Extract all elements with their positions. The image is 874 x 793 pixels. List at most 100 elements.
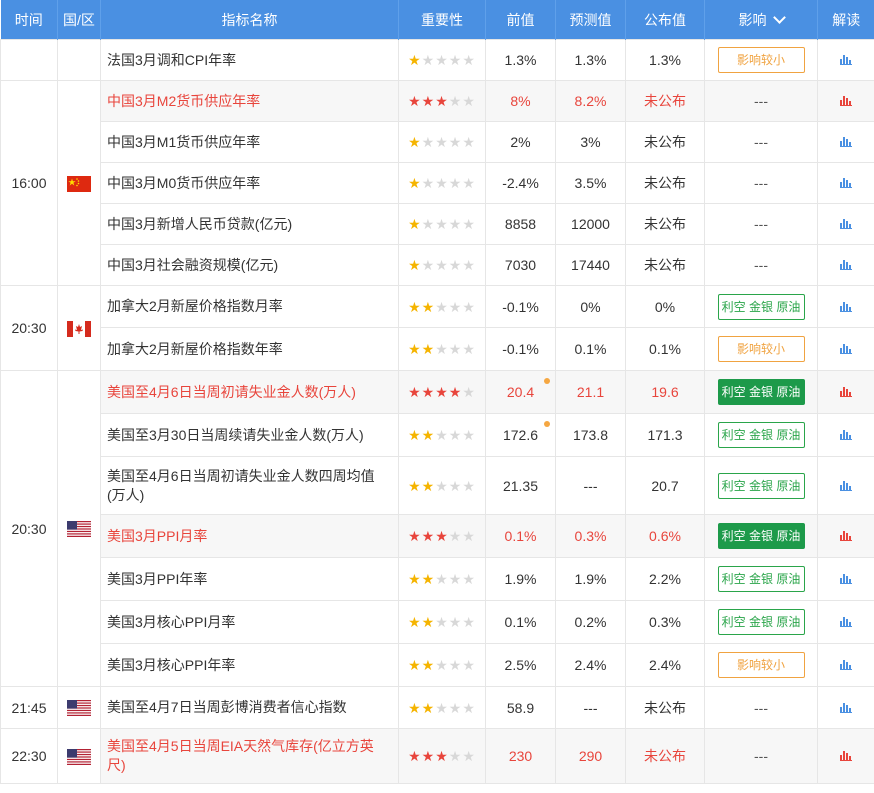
interpret-cell[interactable] bbox=[817, 327, 874, 371]
indicator-name[interactable]: 中国3月新增人民币贷款(亿元) bbox=[100, 203, 399, 245]
bar-chart-icon[interactable] bbox=[840, 134, 852, 150]
region-cell bbox=[57, 285, 101, 371]
interpret-cell[interactable] bbox=[817, 203, 874, 245]
interpret-cell[interactable] bbox=[817, 162, 874, 204]
star-icon: ★ bbox=[421, 528, 436, 544]
star-icon: ★ bbox=[435, 134, 449, 150]
bar-chart-icon[interactable] bbox=[840, 748, 852, 764]
star-icon: ★ bbox=[435, 657, 449, 673]
bar-chart-icon[interactable] bbox=[840, 427, 852, 443]
bar-chart-icon[interactable] bbox=[840, 657, 852, 673]
impact-badge[interactable]: 利空 金银 原油 bbox=[717, 422, 805, 448]
table-row[interactable]: 美国至4月6日当周初请失业金人数四周均值(万人) ★★★★★ 21.35 --- 20.… bbox=[1, 456, 874, 515]
col-actual: 公布值 bbox=[625, 0, 705, 40]
star-icon: ★ bbox=[448, 699, 463, 716]
bar-chart-icon[interactable] bbox=[840, 528, 852, 544]
table-row[interactable]: 20:30 加拿大2月新屋价格指数月率 ★★★★★ -0.1% 0% 0% 利空 金银 原油 bbox=[0, 285, 874, 371]
table-row[interactable]: 20:30 美国至4月6日当周初请失业金人数(万人) ★★★★★ 20.4 21.1 19… bbox=[0, 370, 874, 687]
table-row[interactable]: 美国3月PPI月率 ★★★★★ 0.1% 0.3% 0.6% 利空 金银 原油 bbox=[1, 514, 874, 558]
indicator-name[interactable]: 美国3月PPI年率 bbox=[100, 557, 399, 601]
table-row[interactable]: 法国3月调和CPI年率 ★★★★★ 1.3% 1.3% 1.3% 影响较小 bbox=[0, 39, 874, 81]
impact-badge[interactable]: 利空 金银 原油 bbox=[717, 566, 805, 592]
bar-chart-icon[interactable] bbox=[840, 571, 852, 587]
impact-badge[interactable]: 利空 金银 原油 bbox=[717, 379, 805, 405]
previous-text: 0.1% bbox=[504, 614, 537, 630]
time-cell: 16:00 bbox=[0, 80, 58, 286]
forecast-value: 3.5% bbox=[555, 162, 626, 204]
indicator-name[interactable]: 美国3月核心PPI年率 bbox=[100, 643, 399, 687]
interpret-cell[interactable] bbox=[817, 557, 874, 601]
bar-chart-icon[interactable] bbox=[840, 257, 852, 273]
table-row[interactable]: 美国3月核心PPI月率 ★★★★★ 0.1% 0.2% 0.3% 利空 金银 原油 bbox=[1, 600, 874, 644]
previous-text: 1.3% bbox=[504, 52, 537, 68]
impact-cell: --- bbox=[704, 203, 818, 245]
interpret-cell[interactable] bbox=[817, 686, 874, 729]
bar-chart-icon[interactable] bbox=[840, 52, 852, 68]
table-row[interactable]: 美国至3月30日当周续请失业金人数(万人) ★★★★★ 172.6 173.8 171.… bbox=[1, 413, 874, 457]
indicator-name[interactable]: 美国至4月6日当周初请失业金人数四周均值(万人) bbox=[100, 456, 399, 515]
star-icon: ★ bbox=[421, 134, 436, 150]
interpret-cell[interactable] bbox=[817, 413, 874, 457]
indicator-name[interactable]: 美国3月PPI月率 bbox=[100, 514, 399, 558]
bar-chart-icon[interactable] bbox=[840, 93, 852, 109]
indicator-name[interactable]: 美国至4月5日当周EIA天然气库存(亿立方英尺) bbox=[100, 728, 399, 784]
table-row[interactable]: 21:45 美国至4月7日当周彭博消费者信心指数 ★★★★★ 58.9 --- 未公布 --… bbox=[0, 686, 874, 729]
table-row[interactable]: 16:00 中国3月M2货币供应年率 ★★★★★ 8% 8.2% 未公布 --- bbox=[0, 80, 874, 286]
bar-chart-icon[interactable] bbox=[840, 341, 852, 357]
interpret-cell[interactable] bbox=[817, 728, 874, 784]
table-row[interactable]: 中国3月M0货币供应年率 ★★★★★ -2.4% 3.5% 未公布 --- bbox=[1, 162, 874, 204]
time-cell: 21:45 bbox=[0, 686, 58, 729]
star-icon: ★ bbox=[448, 93, 463, 109]
interpret-cell[interactable] bbox=[817, 244, 874, 286]
bar-chart-icon[interactable] bbox=[840, 175, 852, 191]
interpret-cell[interactable] bbox=[817, 370, 874, 414]
col-impact-filter[interactable]: 影响 bbox=[704, 0, 818, 40]
chevron-down-icon[interactable] bbox=[772, 10, 786, 24]
table-row[interactable]: 加拿大2月新屋价格指数年率 ★★★★★ -0.1% 0.1% 0.1% 影响较小 bbox=[1, 327, 874, 371]
star-icon: ★ bbox=[435, 571, 449, 587]
impact-none: --- bbox=[754, 216, 768, 232]
indicator-name[interactable]: 加拿大2月新屋价格指数年率 bbox=[100, 327, 399, 371]
interpret-cell[interactable] bbox=[817, 600, 874, 644]
interpret-cell[interactable] bbox=[817, 80, 874, 122]
impact-badge[interactable]: 影响较小 bbox=[717, 47, 805, 73]
table-row[interactable]: 中国3月社会融资规模(亿元) ★★★★★ 7030 17440 未公布 --- bbox=[1, 244, 874, 286]
star-icon: ★ bbox=[421, 614, 436, 630]
indicator-name[interactable]: 中国3月M0货币供应年率 bbox=[100, 162, 399, 204]
interpret-cell[interactable] bbox=[817, 39, 874, 81]
table-row[interactable]: 中国3月M1货币供应年率 ★★★★★ 2% 3% 未公布 --- bbox=[1, 121, 874, 163]
interpret-cell[interactable] bbox=[817, 285, 874, 328]
indicator-name[interactable]: 中国3月M1货币供应年率 bbox=[100, 121, 399, 163]
indicator-name[interactable]: 法国3月调和CPI年率 bbox=[100, 39, 399, 81]
bar-chart-icon[interactable] bbox=[840, 384, 852, 400]
indicator-name[interactable]: 加拿大2月新屋价格指数月率 bbox=[100, 285, 399, 328]
star-icon: ★ bbox=[435, 216, 449, 232]
impact-badge[interactable]: 利空 金银 原油 bbox=[717, 472, 805, 499]
interpret-cell[interactable] bbox=[817, 514, 874, 558]
impact-badge[interactable]: 利空 金银 原油 bbox=[717, 523, 805, 549]
impact-cell: 影响较小 bbox=[704, 327, 818, 371]
indicator-name[interactable]: 美国至4月7日当周彭博消费者信心指数 bbox=[100, 686, 399, 729]
interpret-cell[interactable] bbox=[817, 456, 874, 515]
table-row[interactable]: 22:30 美国至4月5日当周EIA天然气库存(亿立方英尺) ★★★★★ 230 290… bbox=[0, 728, 874, 784]
star-icon: ★ bbox=[421, 699, 436, 716]
impact-badge[interactable]: 影响较小 bbox=[717, 652, 805, 678]
bar-chart-icon[interactable] bbox=[840, 216, 852, 232]
table-row[interactable]: 美国3月核心PPI年率 ★★★★★ 2.5% 2.4% 2.4% 影响较小 bbox=[1, 643, 874, 687]
bar-chart-icon[interactable] bbox=[840, 478, 852, 494]
indicator-name[interactable]: 美国至4月6日当周初请失业金人数(万人) bbox=[100, 370, 399, 414]
bar-chart-icon[interactable] bbox=[840, 299, 852, 315]
table-row[interactable]: 中国3月新增人民币贷款(亿元) ★★★★★ 8858 12000 未公布 --- bbox=[1, 203, 874, 245]
indicator-name[interactable]: 中国3月M2货币供应年率 bbox=[100, 80, 399, 122]
indicator-name[interactable]: 中国3月社会融资规模(亿元) bbox=[100, 244, 399, 286]
bar-chart-icon[interactable] bbox=[840, 700, 852, 716]
interpret-cell[interactable] bbox=[817, 643, 874, 687]
table-row[interactable]: 美国3月PPI年率 ★★★★★ 1.9% 1.9% 2.2% 利空 金银 原油 bbox=[1, 557, 874, 601]
impact-badge[interactable]: 利空 金银 原油 bbox=[717, 293, 805, 320]
impact-badge[interactable]: 影响较小 bbox=[717, 336, 805, 362]
impact-badge[interactable]: 利空 金银 原油 bbox=[717, 609, 805, 635]
indicator-name[interactable]: 美国至3月30日当周续请失业金人数(万人) bbox=[100, 413, 399, 457]
bar-chart-icon[interactable] bbox=[840, 614, 852, 630]
interpret-cell[interactable] bbox=[817, 121, 874, 163]
indicator-name[interactable]: 美国3月核心PPI月率 bbox=[100, 600, 399, 644]
